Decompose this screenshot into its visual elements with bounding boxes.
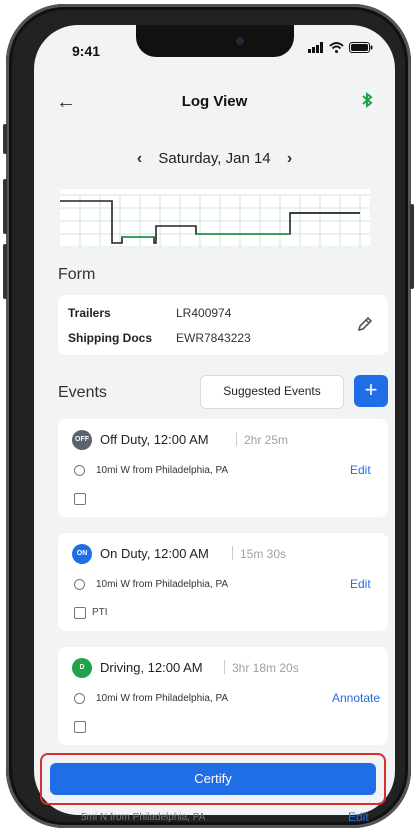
status-badge-on: ON: [72, 544, 92, 564]
event-card-driving[interactable]: D Driving, 12:00 AM 3hr 18m 20s 10mi W f…: [58, 647, 388, 745]
page-title: Log View: [181, 93, 248, 110]
shipping-docs-value: EWR7843223: [176, 331, 251, 345]
trailers-label: Trailers: [68, 306, 111, 320]
annotate-event-link[interactable]: Annotate: [332, 691, 380, 705]
status-badge-driving: D: [72, 658, 92, 678]
note-icon: [74, 607, 86, 619]
status-badge-off: OFF: [72, 430, 92, 450]
event-location: 10mi W from Philadelphia, PA: [96, 693, 229, 704]
power-button: [410, 204, 414, 289]
divider: [232, 546, 233, 560]
app-screen: 9:41 ← Log View ‹ Saturday, Jan 14 › For…: [34, 25, 395, 815]
certify-highlight-box: Certify: [40, 753, 386, 805]
divider: [224, 660, 225, 674]
location-pin-icon: [74, 693, 85, 704]
wifi-icon: [329, 42, 344, 53]
event-title: On Duty, 12:00 AM: [100, 546, 209, 561]
trailers-value: LR400974: [176, 306, 232, 320]
duty-status-graph[interactable]: [60, 189, 370, 247]
suggested-events-button[interactable]: Suggested Events: [200, 375, 344, 409]
next-event-location-peek: 5mi N from Philadelphia, PA: [81, 812, 206, 823]
event-location: 10mi W from Philadelphia, PA: [96, 465, 229, 476]
event-duration: 3hr 18m 20s: [232, 661, 299, 675]
event-card-off-duty[interactable]: OFF Off Duty, 12:00 AM 2hr 25m 10mi W fr…: [58, 419, 388, 517]
signal-icon: [308, 42, 323, 53]
notch: [136, 25, 294, 57]
bluetooth-icon[interactable]: [361, 92, 373, 113]
edit-event-link[interactable]: Edit: [350, 577, 371, 591]
volume-down-button: [3, 244, 7, 299]
chevron-right-icon[interactable]: ›: [287, 150, 292, 168]
note-icon: [74, 721, 86, 733]
volume-up-button: [3, 179, 7, 234]
certify-button[interactable]: Certify: [50, 763, 376, 795]
location-pin-icon: [74, 465, 85, 476]
battery-icon: [349, 42, 373, 53]
location-pin-icon: [74, 579, 85, 590]
edit-event-link[interactable]: Edit: [350, 463, 371, 477]
add-event-button[interactable]: +: [354, 375, 388, 407]
event-duration: 15m 30s: [240, 547, 287, 561]
form-card: Trailers LR400974 Shipping Docs EWR78432…: [58, 295, 388, 355]
events-section-title: Events: [58, 384, 107, 401]
event-title: Off Duty, 12:00 AM: [100, 432, 209, 447]
divider: [236, 432, 237, 446]
edit-pencil-icon[interactable]: [356, 315, 374, 333]
form-section-title: Form: [58, 266, 96, 283]
event-location: 10mi W from Philadelphia, PA: [96, 579, 229, 590]
app-header: ← Log View: [34, 85, 395, 119]
event-card-on-duty[interactable]: ON On Duty, 12:00 AM 15m 30s 10mi W from…: [58, 533, 388, 631]
shipping-docs-label: Shipping Docs: [68, 331, 152, 345]
date-navigator: ‹ Saturday, Jan 14 ›: [34, 150, 395, 168]
event-note: PTI: [92, 607, 108, 618]
note-icon: [74, 493, 86, 505]
status-icons: [308, 42, 373, 53]
silent-switch: [3, 124, 7, 154]
chevron-left-icon[interactable]: ‹: [137, 150, 142, 168]
event-title: Driving, 12:00 AM: [100, 660, 203, 675]
camera: [236, 37, 244, 45]
next-event-edit-link[interactable]: Edit: [348, 810, 369, 824]
current-date: Saturday, Jan 14: [158, 150, 271, 167]
phone-frame: 9:41 ← Log View ‹ Saturday, Jan 14 › For…: [3, 4, 414, 828]
event-duration: 2hr 25m: [244, 433, 289, 447]
status-time: 9:41: [72, 43, 101, 59]
